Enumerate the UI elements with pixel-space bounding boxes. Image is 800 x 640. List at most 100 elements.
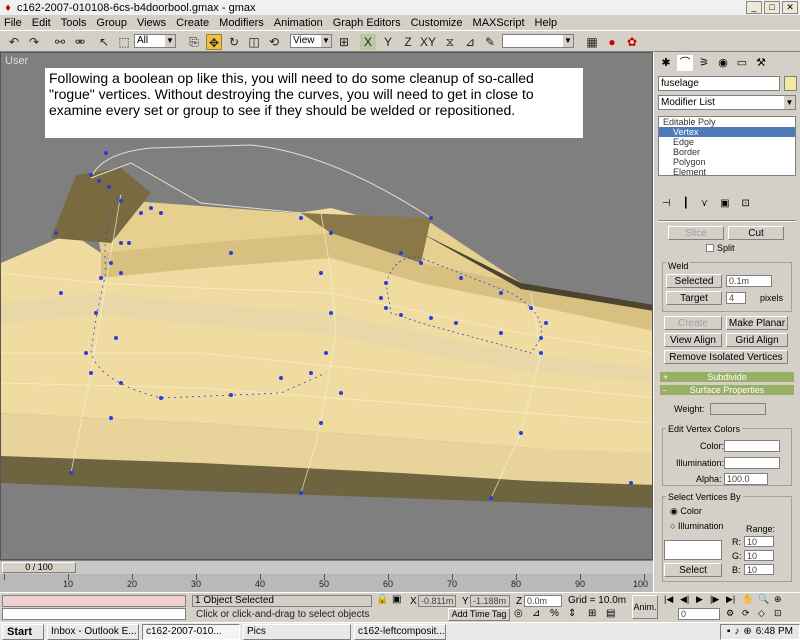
play-icon[interactable]: ▶ xyxy=(696,594,703,605)
keyboard-shortcut-icon[interactable]: ⊞ xyxy=(588,608,596,619)
material-editor-icon[interactable]: ▦ xyxy=(584,34,600,50)
field-of-view-icon[interactable]: ◇ xyxy=(758,608,765,619)
axis-xy-icon[interactable]: XY xyxy=(420,34,436,50)
object-name-field[interactable]: fuselage xyxy=(658,76,780,91)
render-icon[interactable]: ● xyxy=(604,34,620,50)
zoom-icon[interactable]: 🔍 xyxy=(758,594,769,605)
undo-icon[interactable]: ↶ xyxy=(6,34,22,50)
stack-item-polygon[interactable]: Polygon xyxy=(659,157,795,167)
motion-tab-icon[interactable]: ◉ xyxy=(715,55,731,71)
close-icon[interactable]: ✕ xyxy=(782,1,798,14)
x-coordinate-field[interactable]: -0.811m xyxy=(418,595,456,607)
named-selection-dropdown[interactable]: ▼ xyxy=(502,34,574,48)
taskbar-item-pics[interactable]: Pics xyxy=(243,623,351,640)
display-tab-icon[interactable]: ▭ xyxy=(734,55,750,71)
maximize-icon[interactable]: □ xyxy=(764,1,780,14)
time-slider[interactable]: 0 / 100 xyxy=(0,560,653,574)
menu-graph-editors[interactable]: Graph Editors xyxy=(333,17,401,29)
stack-item-vertex[interactable]: Vertex xyxy=(659,127,795,137)
select-manipulate-icon[interactable]: ⟲ xyxy=(266,34,282,50)
stack-item-border[interactable]: Border xyxy=(659,147,795,157)
tray-network-icon[interactable]: ▪ xyxy=(727,625,731,639)
weight-spinner[interactable] xyxy=(710,403,766,415)
animate-button[interactable]: Anim. xyxy=(632,595,658,619)
make-unique-icon[interactable]: ⋎ xyxy=(701,198,708,212)
z-coordinate-field[interactable]: 0.0m xyxy=(524,595,562,607)
utilities-tab-icon[interactable]: ⚒ xyxy=(753,55,769,71)
absolute-mode-icon[interactable]: ▣ xyxy=(392,594,401,605)
minimize-icon[interactable]: _ xyxy=(746,1,762,14)
illumination-radio[interactable]: ○ Illumination xyxy=(670,521,723,531)
menu-tools[interactable]: Tools xyxy=(61,17,87,29)
menu-customize[interactable]: Customize xyxy=(411,17,463,29)
window-crossing-icon[interactable]: ▤ xyxy=(606,608,615,619)
vertex-color-swatch[interactable] xyxy=(724,440,780,452)
menu-views[interactable]: Views xyxy=(137,17,166,29)
unlink-icon[interactable]: ⚮ xyxy=(72,34,88,50)
create-tab-icon[interactable]: ✱ xyxy=(658,55,674,71)
select-by-color-button[interactable]: Select xyxy=(664,563,722,577)
surface-properties-rollout-header[interactable]: - Surface Properties xyxy=(660,385,794,395)
split-checkbox[interactable] xyxy=(706,244,714,252)
modifier-list-dropdown[interactable]: Modifier List ▼ xyxy=(658,95,796,110)
add-time-tag-button[interactable]: Add Time Tag xyxy=(448,608,510,621)
menu-animation[interactable]: Animation xyxy=(274,17,323,29)
slice-button[interactable]: Slice xyxy=(668,226,724,240)
time-config-icon[interactable]: ⚙ xyxy=(726,608,734,619)
angle-snap-icon[interactable]: ⊿ xyxy=(532,608,540,619)
lock-selection-icon[interactable]: 🔒 xyxy=(376,594,388,605)
weld-selected-button[interactable]: Selected xyxy=(666,274,722,288)
target-pixels-spinner[interactable]: 4 xyxy=(726,292,746,304)
viewport-label[interactable]: User xyxy=(5,55,28,67)
clock[interactable]: 6:48 PM xyxy=(756,625,793,639)
show-end-result-icon[interactable]: ┃ xyxy=(683,198,689,212)
pan-icon[interactable]: ✋ xyxy=(742,594,753,605)
reference-coordinate-dropdown[interactable]: View ▼ xyxy=(290,34,332,48)
link-icon[interactable]: ⚯ xyxy=(52,34,68,50)
taskbar-item-outlook[interactable]: Inbox - Outlook E... xyxy=(47,623,139,640)
axis-z-icon[interactable]: Z xyxy=(400,34,416,50)
redo-icon[interactable]: ↷ xyxy=(26,34,42,50)
range-b-spinner[interactable]: 10 xyxy=(744,564,774,575)
taskbar-item-c162-leftcomposite[interactable]: c162-leftcomposit... xyxy=(354,623,446,640)
tray-language-icon[interactable]: ⊕ xyxy=(743,625,751,639)
weld-threshold-spinner[interactable]: 0.1m xyxy=(726,275,772,287)
remove-modifier-icon[interactable]: ▣ xyxy=(720,198,729,212)
next-frame-icon[interactable]: |▶ xyxy=(710,594,719,605)
axis-y-icon[interactable]: Y xyxy=(380,34,396,50)
go-to-start-icon[interactable]: |◀ xyxy=(664,594,673,605)
spinner-snap-icon[interactable]: ⇕ xyxy=(568,608,576,619)
region-select-icon[interactable]: ⬚ xyxy=(116,34,132,50)
color-radio[interactable]: ◉ Color xyxy=(670,506,702,517)
select-by-name-icon[interactable]: ⎘ xyxy=(186,34,202,50)
subdivide-rollout-header[interactable]: + Subdivide xyxy=(660,372,794,382)
range-g-spinner[interactable]: 10 xyxy=(744,550,774,561)
menu-create[interactable]: Create xyxy=(176,17,209,29)
range-r-spinner[interactable]: 10 xyxy=(744,536,774,547)
view-align-button[interactable]: View Align xyxy=(664,333,722,347)
zoom-all-icon[interactable]: ⊕ xyxy=(774,594,782,605)
arc-rotate-icon[interactable]: ⟳ xyxy=(742,608,750,619)
select-color-swatch[interactable] xyxy=(664,540,722,560)
taskbar-item-gmax[interactable]: c162-2007-010... xyxy=(142,623,240,640)
maxscript-listener-pink[interactable] xyxy=(2,595,186,607)
alpha-spinner[interactable]: 100.0 xyxy=(724,473,768,485)
selection-filter-dropdown[interactable]: All ▼ xyxy=(134,34,176,48)
select-move-icon[interactable]: ✥ xyxy=(206,34,222,50)
illumination-color-swatch[interactable] xyxy=(724,457,780,469)
stack-item-edge[interactable]: Edge xyxy=(659,137,795,147)
time-slider-handle[interactable]: 0 / 100 xyxy=(2,562,76,573)
stack-item-editable-poly[interactable]: Editable Poly xyxy=(659,117,795,127)
pivot-center-icon[interactable]: ⊞ xyxy=(336,34,352,50)
snap-toggle-icon[interactable]: ◎ xyxy=(514,608,523,619)
named-selection-icon[interactable]: ✎ xyxy=(482,34,498,50)
maximize-viewport-icon[interactable]: ⊡ xyxy=(774,608,782,619)
select-rotate-icon[interactable]: ↻ xyxy=(226,34,242,50)
mirror-icon[interactable]: ⧖ xyxy=(442,34,458,50)
previous-frame-icon[interactable]: ◀| xyxy=(680,594,689,605)
configure-sets-icon[interactable]: ⊡ xyxy=(742,198,750,212)
pin-stack-icon[interactable]: ⊣ xyxy=(662,198,671,212)
start-button[interactable]: Start xyxy=(2,623,44,640)
y-coordinate-field[interactable]: -1.188m xyxy=(470,595,510,607)
viewport-user[interactable]: User Following a boolean op like this, y… xyxy=(0,52,653,560)
